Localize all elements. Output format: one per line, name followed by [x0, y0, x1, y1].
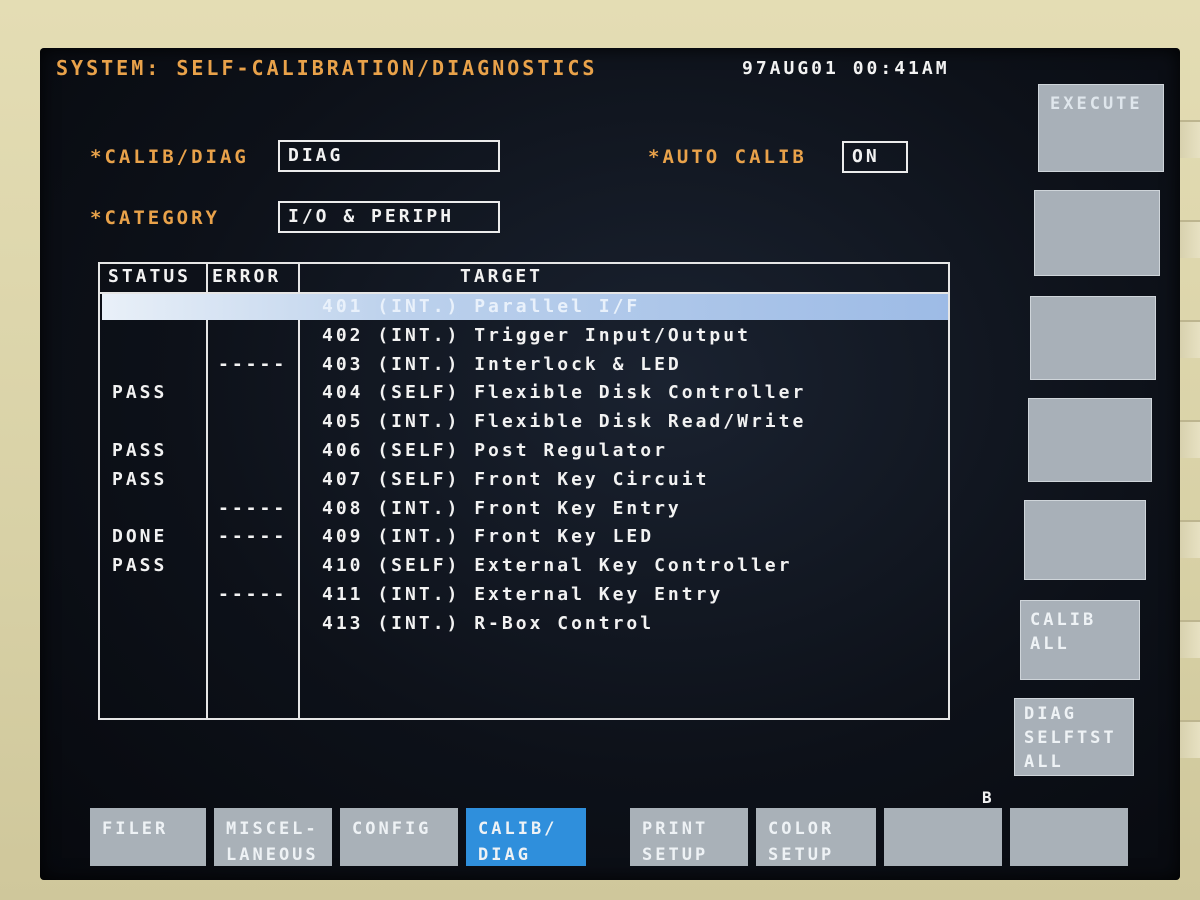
menu-calib-diag[interactable]: CALIB/ DIAG: [466, 808, 586, 866]
menu-blank-2[interactable]: [1010, 808, 1128, 866]
row-status: PASS: [112, 555, 168, 576]
indicator-label: B: [982, 788, 992, 807]
column-header-status: STATUS: [108, 266, 192, 287]
menu-config[interactable]: CONFIG: [340, 808, 458, 866]
page-title: SYSTEM: SELF-CALIBRATION/DIAGNOSTICS: [56, 56, 598, 80]
column-divider: [206, 262, 208, 720]
column-divider: [298, 262, 300, 720]
row-target[interactable]: 403 (INT.) Interlock & LED: [322, 354, 682, 375]
menu-print-setup[interactable]: PRINT SETUP: [630, 808, 748, 866]
execute-button[interactable]: EXECUTE: [1038, 84, 1164, 172]
auto-calib-label: *AUTO CALIB: [648, 146, 807, 168]
row-target[interactable]: 413 (INT.) R-Box Control: [322, 613, 654, 634]
row-status: PASS: [112, 440, 168, 461]
row-target[interactable]: 405 (INT.) Flexible Disk Read/Write: [322, 411, 806, 432]
column-header-target: TARGET: [460, 266, 544, 287]
calib-all-button[interactable]: CALIB ALL: [1020, 600, 1140, 680]
menu-miscellaneous[interactable]: MISCEL- LANEOUS: [214, 808, 332, 866]
row-target[interactable]: 404 (SELF) Flexible Disk Controller: [322, 382, 806, 403]
row-error: -----: [218, 526, 288, 547]
column-header-error: ERROR: [212, 266, 282, 287]
row-target[interactable]: 407 (SELF) Front Key Circuit: [322, 469, 709, 490]
menu-filer[interactable]: FILER: [90, 808, 206, 866]
diag-selftst-all-label: DIAG SELFTST ALL: [1024, 704, 1117, 772]
menu-config-label: CONFIG: [352, 819, 432, 839]
row-error: -----: [218, 498, 288, 519]
diag-selftst-all-button[interactable]: DIAG SELFTST ALL: [1014, 698, 1134, 776]
row-target[interactable]: 410 (SELF) External Key Controller: [322, 555, 792, 576]
softkey-5[interactable]: [1024, 500, 1146, 580]
execute-button-label: EXECUTE: [1050, 94, 1143, 114]
softkey-2[interactable]: [1034, 190, 1160, 276]
menu-color-setup[interactable]: COLOR SETUP: [756, 808, 876, 866]
calib-diag-field[interactable]: DIAG: [278, 140, 500, 172]
softkey-3[interactable]: [1030, 296, 1156, 380]
row-target[interactable]: 408 (INT.) Front Key Entry: [322, 498, 682, 519]
row-target[interactable]: 406 (SELF) Post Regulator: [322, 440, 668, 461]
category-label: *CATEGORY: [90, 207, 220, 229]
row-error: -----: [218, 584, 288, 605]
auto-calib-field[interactable]: ON: [842, 141, 908, 173]
calib-diag-label: *CALIB/DIAG: [90, 146, 249, 168]
menu-print-setup-label: PRINT SETUP: [642, 819, 709, 865]
menu-miscellaneous-label: MISCEL- LANEOUS: [226, 819, 319, 865]
menu-color-setup-label: COLOR SETUP: [768, 819, 835, 865]
category-field[interactable]: I/O & PERIPH: [278, 201, 500, 233]
row-target[interactable]: 402 (INT.) Trigger Input/Output: [322, 325, 751, 346]
row-target[interactable]: 409 (INT.) Front Key LED: [322, 526, 654, 547]
datetime-display: 97AUG01 00:41AM: [742, 58, 950, 79]
menu-calib-diag-label: CALIB/ DIAG: [478, 819, 558, 865]
row-target[interactable]: 401 (INT.) Parallel I/F: [322, 296, 640, 317]
row-status: DONE: [112, 526, 168, 547]
calib-all-label: CALIB ALL: [1030, 610, 1097, 654]
row-target[interactable]: 411 (INT.) External Key Entry: [322, 584, 723, 605]
row-error: -----: [218, 354, 288, 375]
row-status: PASS: [112, 382, 168, 403]
row-status: PASS: [112, 469, 168, 490]
menu-blank-1[interactable]: [884, 808, 1002, 866]
menu-filer-label: FILER: [102, 819, 169, 839]
softkey-4[interactable]: [1028, 398, 1152, 482]
